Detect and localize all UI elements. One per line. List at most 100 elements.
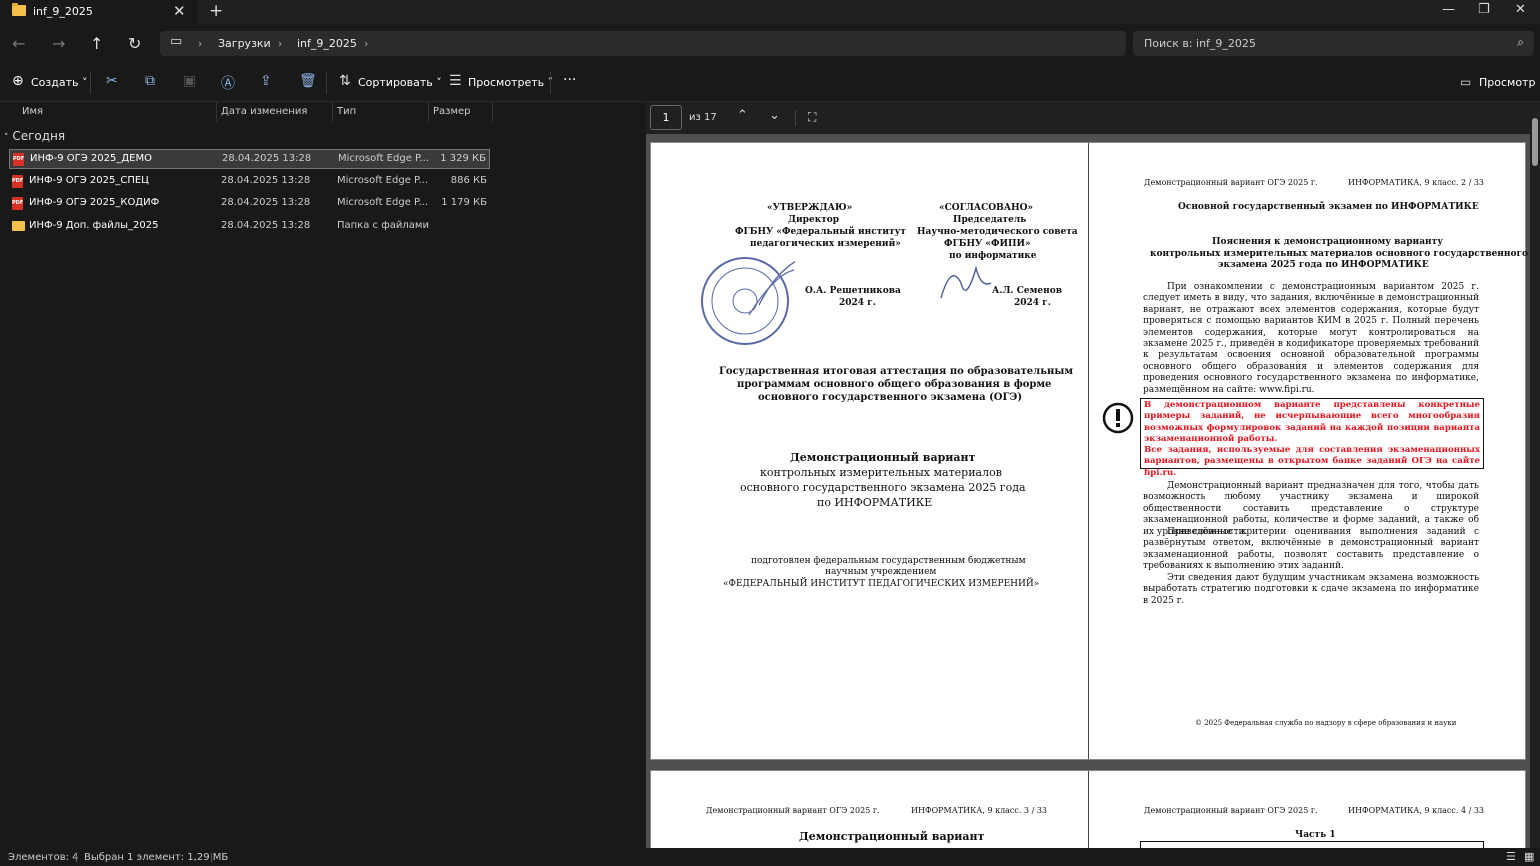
file-name: ИНФ-9 ОГЭ 2025_КОДИФ (29, 197, 160, 208)
file-row[interactable]: PDF ИНФ-9 ОГЭ 2025_СПЕЦ 28.04.2025 13:28… (9, 172, 490, 192)
cut-icon[interactable]: ✂ (106, 73, 118, 89)
notice-text: Все задания, используемые для составлени… (1144, 445, 1480, 478)
pdf-text: педагогических измерений» (750, 239, 901, 249)
view-icon: ☰ (449, 73, 462, 89)
chevron-right-icon[interactable]: › (364, 37, 368, 50)
pdf-header-right: ИНФОРМАТИКА, 9 класс. 3 / 33 (911, 806, 1048, 815)
pdf-footer: © 2025 Федеральная служба по надзору в с… (1195, 719, 1457, 727)
breadcrumb-downloads[interactable]: Загрузки (218, 37, 271, 50)
sort-label: Сортировать (358, 76, 433, 89)
status-bar: Элементов: 4 | Выбран 1 элемент: 1,29 МБ… (0, 848, 1540, 866)
view-label: Просмотреть (468, 76, 545, 89)
signature-semenov (940, 265, 992, 299)
chevron-right-icon: › (278, 37, 283, 50)
pdf-text: ФГБНУ «ФИПИ» (944, 239, 1031, 249)
tab-bar: inf_9_2025 ✕ + — ❐ ✕ (0, 0, 1540, 24)
pdf-text: «ФЕДЕРАЛЬНЫЙ ИНСТИТУТ ПЕДАГОГИЧЕСКИХ ИЗМ… (723, 579, 1040, 589)
pdf-text: А.Л. Семенов (992, 286, 1062, 296)
column-divider[interactable] (332, 102, 333, 122)
share-icon[interactable]: ⇪ (260, 73, 272, 89)
preview-pane[interactable]: 1 из 17 ⌃ ⌄ ⛶ «УТВЕРЖДАЮ» Директор ФГБНУ… (646, 102, 1530, 848)
refresh-button[interactable]: ↻ (128, 34, 141, 53)
preview-scrollbar[interactable] (1530, 102, 1540, 848)
back-button[interactable]: ← (12, 34, 25, 53)
file-row[interactable]: ИНФ-9 Доп. файлы_2025 28.04.2025 13:28 П… (9, 217, 490, 237)
warning-icon (1102, 402, 1134, 434)
more-button[interactable]: ··· (563, 72, 576, 88)
prev-page-icon[interactable]: ⌃ (737, 108, 748, 123)
scroll-thumb[interactable] (1532, 118, 1538, 166)
paste-icon[interactable]: ▣ (183, 73, 196, 89)
pdf-toolbar: 1 из 17 ⌃ ⌄ ⛶ (646, 102, 1530, 134)
pdf-box (1140, 841, 1484, 848)
file-type: Microsoft Edge P... (338, 153, 430, 164)
next-page-icon[interactable]: ⌄ (769, 108, 780, 123)
tiles-view-icon[interactable]: ▦ (1524, 850, 1534, 863)
file-date: 28.04.2025 13:28 (221, 197, 311, 208)
new-tab-button[interactable]: + (209, 1, 223, 21)
preview-toggle-button[interactable]: Просмотр (1479, 76, 1535, 89)
file-size: 1 179 КБ (441, 197, 487, 208)
close-window-button[interactable]: ✕ (1515, 2, 1526, 17)
pdf-page-spread: Демонстрационный вариант ОГЭ 2025 г. ИНФ… (650, 770, 1526, 848)
group-label: Сегодня (12, 129, 66, 143)
column-name[interactable]: Имя (22, 106, 43, 126)
minimize-button[interactable]: — (1442, 2, 1455, 17)
delete-icon[interactable]: 🗑 (299, 73, 317, 89)
maximize-button[interactable]: ❐ (1478, 2, 1490, 17)
tab-title: inf_9_2025 (33, 5, 93, 18)
pdf-text: подготовлен федеральным государственным … (751, 556, 1026, 566)
address-bar[interactable]: ▭ › Загрузки › inf_9_2025 › (160, 31, 1126, 56)
page-number-input[interactable]: 1 (650, 105, 682, 130)
pdf-text: Часть 1 (1295, 830, 1336, 840)
search-box[interactable]: Поиск в: inf_9_2025 ⌕ (1133, 31, 1534, 56)
pdf-text: по ИНФОРМАТИКЕ (817, 496, 933, 509)
file-name: ИНФ-9 ОГЭ 2025_СПЕЦ (29, 175, 149, 186)
file-row[interactable]: PDF ИНФ-9 ОГЭ 2025_КОДИФ 28.04.2025 13:2… (9, 194, 490, 214)
pdf-text: «УТВЕРЖДАЮ» (767, 203, 853, 213)
divider: | (210, 852, 214, 863)
notice-box: В демонстрационном варианте представлены… (1140, 398, 1484, 478)
pdf-paragraph: Приведённые критерии оценивания выполнен… (1143, 527, 1479, 572)
create-label: Создать (31, 76, 79, 89)
page-divider (1088, 771, 1089, 848)
item-count: Элементов: 4 (8, 852, 79, 863)
forward-button[interactable]: → (52, 34, 65, 53)
search-input[interactable]: Поиск в: inf_9_2025 (1144, 37, 1256, 50)
pdf-text: «СОГЛАСОВАНО» (939, 203, 1034, 213)
sort-button[interactable]: Сортировать ˅ (358, 76, 442, 89)
fit-page-icon[interactable]: ⛶ (808, 110, 816, 125)
divider: | (75, 852, 79, 863)
details-view-icon[interactable]: ☰ (1506, 850, 1516, 863)
breadcrumb-inf-9-2025[interactable]: inf_9_2025 (297, 37, 357, 50)
pdf-page-spread: «УТВЕРЖДАЮ» Директор ФГБНУ «Федеральный … (650, 142, 1528, 760)
pdf-text: Научно-методического совета (917, 227, 1078, 237)
pdf-text: Государственная итоговая аттестация по о… (719, 366, 1074, 377)
tab-inf-9-2025[interactable]: inf_9_2025 ✕ (0, 0, 198, 24)
sort-icon: ⇅ (339, 73, 351, 89)
pdf-text: 2024 г. (839, 298, 876, 308)
column-divider[interactable] (216, 102, 217, 122)
pdf-text: 2024 г. (1014, 298, 1051, 308)
file-size: 1 329 КБ (440, 153, 486, 164)
column-divider[interactable] (428, 102, 429, 122)
column-size[interactable]: Размер (433, 106, 471, 126)
copy-icon[interactable]: ⧉ (145, 73, 155, 89)
rename-icon[interactable]: Ⓐ (221, 73, 235, 93)
file-row[interactable]: PDF ИНФ-9 ОГЭ 2025_ДЕМО 28.04.2025 13:28… (9, 149, 490, 169)
column-divider[interactable] (492, 102, 493, 122)
chevron-right-icon: › (198, 37, 203, 50)
column-type[interactable]: Тип (337, 106, 356, 126)
view-button[interactable]: Просмотреть ˅ (468, 76, 553, 89)
folder-icon (12, 3, 26, 16)
up-button[interactable]: ↑ (90, 34, 103, 53)
close-tab-icon[interactable]: ✕ (173, 2, 186, 20)
create-button[interactable]: Создать ˅ (31, 76, 88, 89)
column-date[interactable]: Дата изменения (221, 106, 307, 126)
pdf-header-right: ИНФОРМАТИКА, 9 класс. 4 / 33 (1348, 806, 1485, 815)
pdf-icon: PDF (12, 197, 23, 210)
group-header-today[interactable]: ˅ Сегодня (4, 129, 65, 143)
pdf-text: ФГБНУ «Федеральный институт (735, 227, 906, 237)
command-bar: ⊕ Создать ˅ ✂ ⧉ ▣ Ⓐ ⇪ 🗑 ⇅ Сортировать ˅ … (0, 64, 1540, 102)
pdf-text: экзамена 2025 года по ИНФОРМАТИКЕ (1218, 260, 1429, 270)
